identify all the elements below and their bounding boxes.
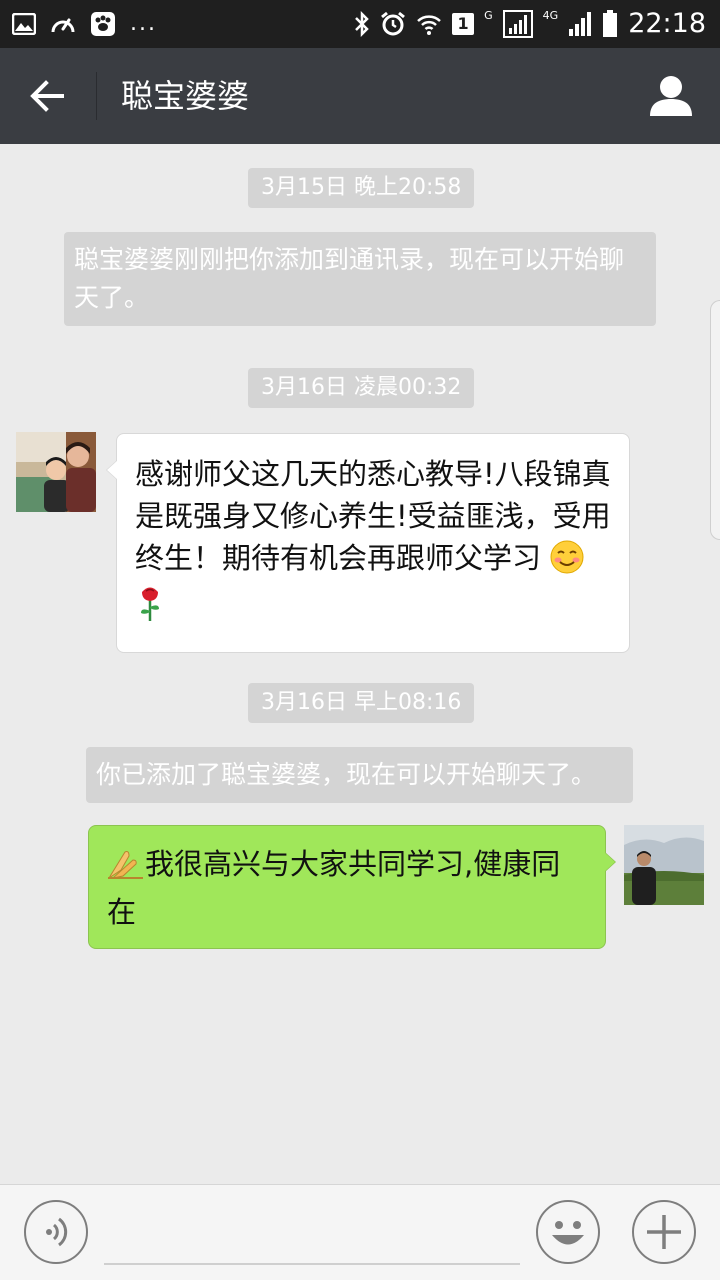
alarm-icon <box>381 11 406 36</box>
signal-icon <box>502 10 533 38</box>
praying-hands-emoji <box>107 848 145 891</box>
more-button[interactable] <box>632 1200 696 1264</box>
title-bar: 聪宝婆婆 <box>0 48 720 144</box>
plus-icon <box>647 1215 681 1249</box>
smiley-icon <box>552 1221 584 1245</box>
incoming-message-bubble[interactable]: 感谢师父这几天的悉心教导!八段锦真是既强身又修心养生!受益匪浅，受用终生！期待有… <box>106 433 630 653</box>
chat-history[interactable]: 3月15日 晚上20:58 聪宝婆婆刚刚把你添加到通讯录，现在可以开始聊天了。 … <box>0 144 720 1184</box>
contact-avatar[interactable] <box>16 432 96 512</box>
voice-toggle-button[interactable] <box>24 1200 88 1264</box>
message-input[interactable] <box>104 1263 520 1265</box>
bluetooth-icon <box>355 11 369 37</box>
status-indicators: 1 G 4G 22:18 <box>354 6 706 42</box>
chat-title: 聪宝婆婆 <box>121 77 250 115</box>
my-photo <box>624 825 704 905</box>
voice-icon <box>46 1217 68 1247</box>
emoji-button[interactable] <box>536 1200 600 1264</box>
wifi-icon <box>417 15 441 35</box>
more-notifications: ... <box>130 11 157 36</box>
chat-info-button[interactable] <box>648 72 694 118</box>
system-message: 你已添加了聪宝婆婆，现在可以开始聊天了。 <box>86 747 633 803</box>
clock: 22:18 <box>628 8 706 39</box>
my-avatar[interactable] <box>624 825 704 905</box>
paw-icon <box>91 12 115 36</box>
input-bar <box>0 1184 720 1280</box>
contact-photo <box>16 432 96 512</box>
timestamp: 3月15日 晚上20:58 <box>248 168 475 208</box>
signal-icon-secondary <box>569 12 592 36</box>
arrow-left-icon <box>30 80 64 112</box>
sim-badge: 1 <box>452 13 475 35</box>
message-text: 感谢师父这几天的悉心教导!八段锦真是既强身又修心养生!受益匪浅，受用终生！期待有… <box>135 457 611 575</box>
gallery-icon <box>12 13 36 35</box>
back-button[interactable] <box>26 74 70 118</box>
rose-emoji <box>135 585 165 634</box>
message-text: 我很高兴与大家共同学习,健康同在 <box>107 847 561 929</box>
system-message: 聪宝婆婆刚刚把你添加到通讯录，现在可以开始聊天了。 <box>64 232 656 326</box>
network-type-4g: 4G <box>542 9 559 22</box>
status-notifications: ... <box>12 10 157 38</box>
smiling-blush-emoji <box>550 540 584 585</box>
timestamp: 3月16日 早上08:16 <box>248 683 475 723</box>
scroll-handle[interactable] <box>710 300 720 540</box>
outgoing-message-bubble[interactable]: 我很高兴与大家共同学习,健康同在 <box>88 825 616 949</box>
battery-icon <box>603 10 618 37</box>
status-bar: ... 1 G 4G 22:18 <box>0 0 720 48</box>
timestamp: 3月16日 凌晨00:32 <box>248 368 475 408</box>
title-divider <box>96 72 97 120</box>
network-type-small: G <box>484 9 493 22</box>
person-icon <box>650 76 692 116</box>
speedometer-icon <box>51 18 75 33</box>
